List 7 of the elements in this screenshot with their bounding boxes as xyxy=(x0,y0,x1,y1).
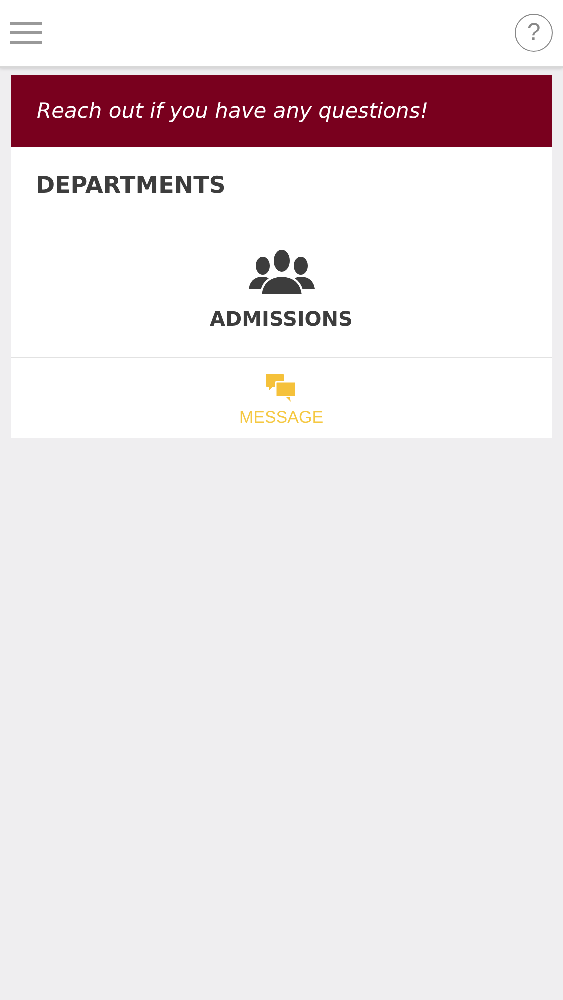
people-icon xyxy=(248,249,314,295)
chat-icon xyxy=(266,374,298,404)
section-title: DEPARTMENTS xyxy=(35,172,227,199)
department-name: ADMISSIONS xyxy=(210,307,353,331)
info-banner: Reach out if you have any questions! xyxy=(11,75,552,147)
help-button[interactable]: ? xyxy=(515,14,553,52)
menu-icon[interactable] xyxy=(10,21,42,45)
